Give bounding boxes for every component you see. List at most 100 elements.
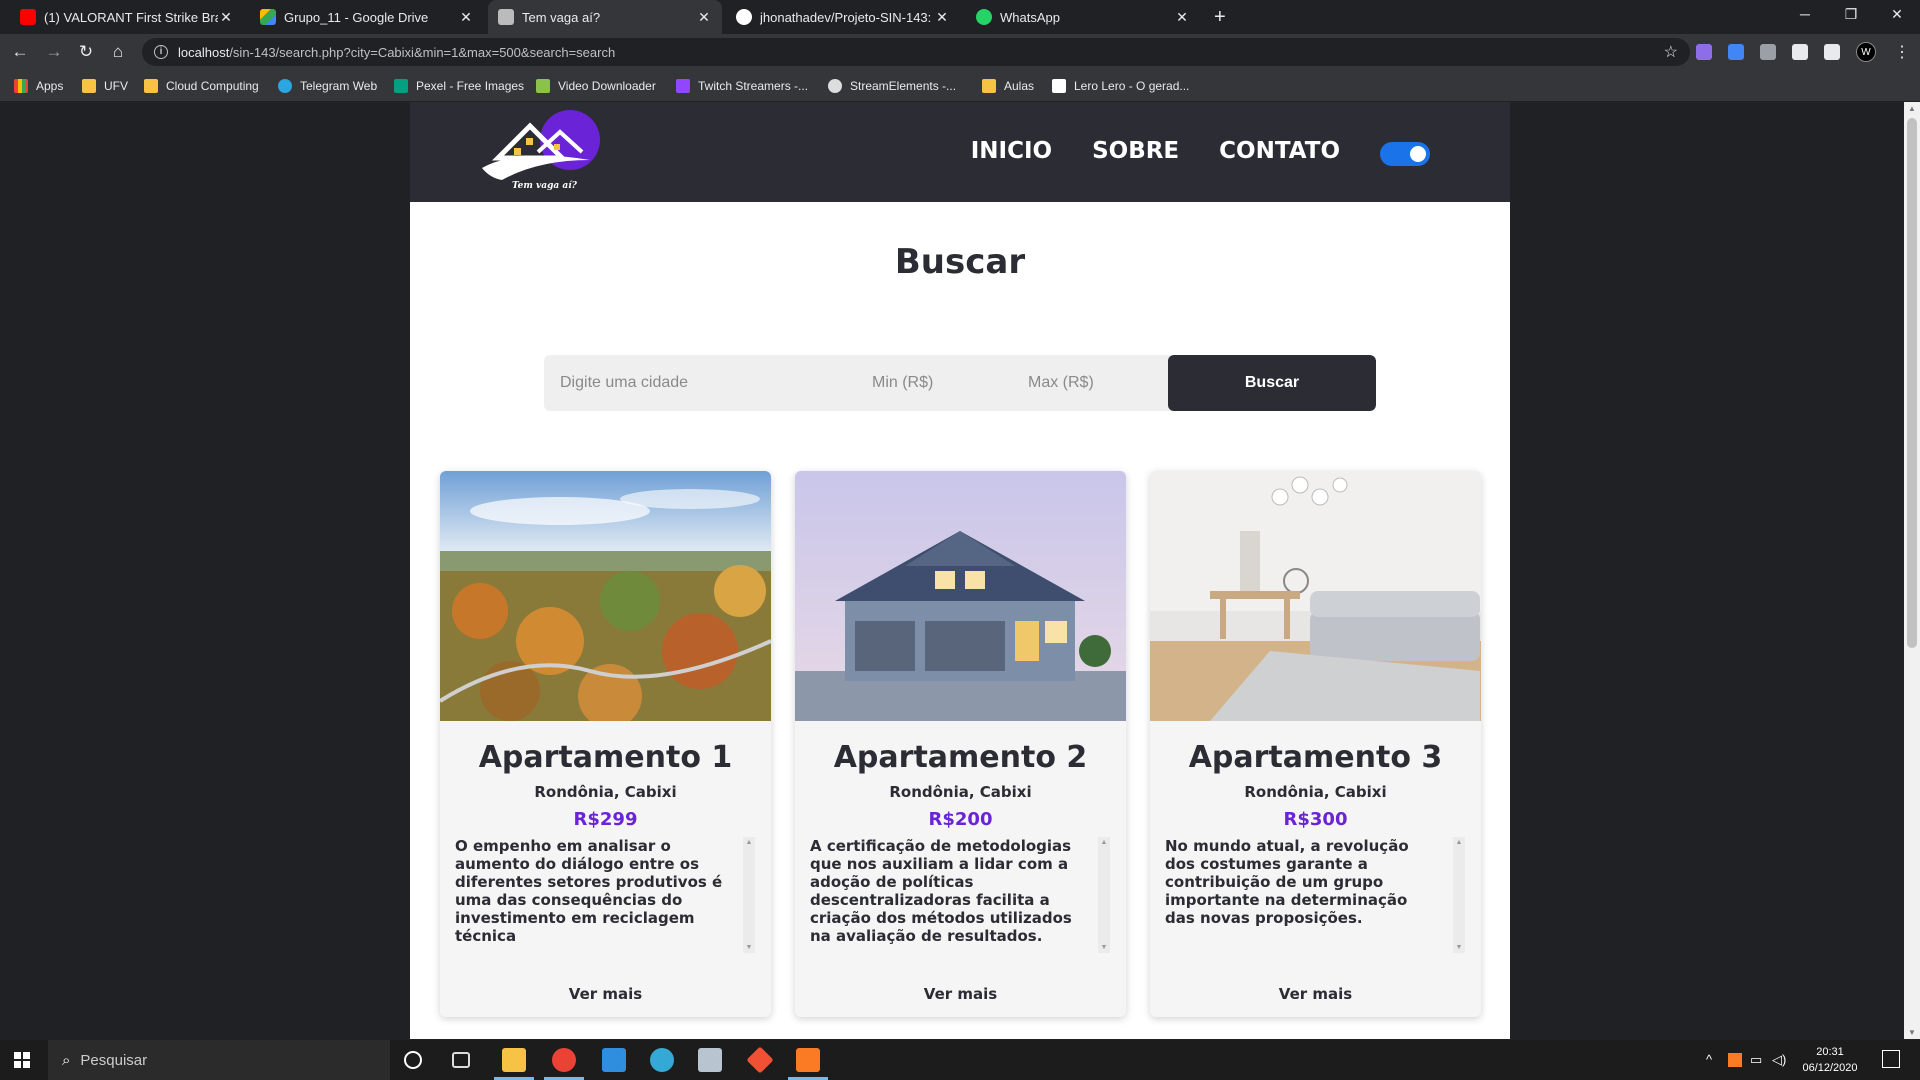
close-icon[interactable]: ✕: [458, 9, 474, 26]
bookmark-label: Aulas: [1004, 79, 1035, 93]
chrome-icon[interactable]: [552, 1048, 576, 1072]
nav-contato[interactable]: CONTATO: [1219, 138, 1340, 164]
bookmark-aulas[interactable]: Aulas: [982, 76, 1034, 96]
scroll-down-icon[interactable]: ▼: [1904, 1028, 1920, 1037]
city-input[interactable]: [560, 355, 860, 411]
restore-button[interactable]: ❐: [1836, 6, 1866, 23]
media-queue-icon[interactable]: [1824, 44, 1840, 60]
listing-location: Rondônia, Cabixi: [534, 783, 677, 801]
listing-title[interactable]: Apartamento 1: [440, 740, 771, 775]
bookmark-ufv[interactable]: UFV: [82, 76, 128, 96]
description-scrollbar[interactable]: ▲ ▼: [1453, 837, 1465, 953]
windows-start-icon[interactable]: [14, 1052, 30, 1068]
see-more-link[interactable]: Ver mais: [1150, 985, 1481, 1003]
pen-extension-icon[interactable]: [1696, 44, 1712, 60]
bookmark-pexel[interactable]: Pexel - Free Images: [394, 76, 524, 96]
scrollbar-thumb[interactable]: [1907, 118, 1917, 648]
close-icon[interactable]: ✕: [1174, 9, 1190, 26]
puzzle-extensions-icon[interactable]: [1792, 44, 1808, 60]
logo[interactable]: Tem vaga aí?: [478, 108, 608, 192]
chevron-up-icon[interactable]: ^: [1706, 1052, 1712, 1067]
bookmark-lero-lero[interactable]: Lero Lero - O gerad...: [1052, 76, 1189, 96]
nav-sobre[interactable]: SOBRE: [1092, 138, 1179, 164]
max-price-input[interactable]: [1028, 355, 1168, 411]
theme-toggle[interactable]: [1380, 142, 1430, 166]
system-clock[interactable]: 20:31 06/12/2020: [1790, 1044, 1870, 1076]
task-view-icon[interactable]: [452, 1052, 470, 1068]
close-window-button[interactable]: ✕: [1882, 6, 1912, 23]
url-host: localhost: [178, 44, 230, 60]
tab-valorant[interactable]: (1) VALORANT First Strike Bra ✕: [10, 0, 244, 34]
logo-text: Tem vaga aí?: [512, 180, 578, 191]
listing-price: R$300: [1283, 809, 1348, 830]
bookmark-cloud-computing[interactable]: Cloud Computing: [144, 76, 259, 96]
taskbar-search[interactable]: ⌕ Pesquisar: [48, 1040, 390, 1080]
nav-inicio[interactable]: INICIO: [971, 138, 1052, 164]
menu-icon[interactable]: ⋮: [1894, 42, 1910, 62]
forward-icon[interactable]: →: [44, 42, 64, 62]
cortana-icon[interactable]: [404, 1051, 422, 1069]
main-nav: INICIO SOBRE CONTATO: [971, 138, 1340, 164]
folder-icon: [144, 79, 158, 93]
app-icon[interactable]: [698, 1048, 722, 1072]
listing-location: Rondônia, Cabixi: [889, 783, 1032, 801]
description-scrollbar[interactable]: ▲ ▼: [743, 837, 755, 953]
page-viewport: Tem vaga aí? INICIO SOBRE CONTATO Buscar…: [0, 102, 1920, 1039]
listing-image-autumn-town[interactable]: [440, 471, 771, 728]
listing-image-house[interactable]: [795, 471, 1126, 721]
tab-github[interactable]: jhonathadev/Projeto-SIN-143: Pr ✕: [726, 0, 960, 34]
bookmarks-bar: Apps UFV Cloud Computing Telegram Web Pe…: [0, 70, 1920, 102]
close-icon[interactable]: ✕: [934, 9, 950, 26]
reload-icon[interactable]: ↻: [76, 42, 96, 62]
network-icon[interactable]: ▭: [1750, 1052, 1762, 1068]
bookmark-video-downloader[interactable]: Video Downloader: [536, 76, 656, 96]
xampp-icon[interactable]: [796, 1048, 820, 1072]
url-text: localhost/sin-143/search.php?city=Cabixi…: [178, 45, 615, 60]
windows-taskbar: ⌕ Pesquisar ^ ▭ ◁) 20:31 06/12/2020: [0, 1040, 1920, 1080]
listing-title[interactable]: Apartamento 2: [795, 740, 1126, 775]
info-icon[interactable]: i: [154, 45, 168, 59]
close-icon[interactable]: ✕: [218, 9, 234, 26]
bookmark-label: Pexel - Free Images: [416, 79, 525, 93]
bookmark-telegram[interactable]: Telegram Web: [278, 76, 377, 96]
bookmark-star-icon[interactable]: ☆: [1664, 42, 1678, 62]
minimize-button[interactable]: ─: [1790, 6, 1820, 22]
search-button[interactable]: Buscar: [1168, 355, 1376, 411]
profile-avatar[interactable]: W: [1856, 42, 1876, 62]
tab-tem-vaga-ai[interactable]: Tem vaga aí? ✕: [488, 0, 722, 34]
listing-title[interactable]: Apartamento 3: [1150, 740, 1481, 775]
page-title: Buscar: [894, 242, 1026, 282]
scroll-up-icon[interactable]: ▲: [1904, 104, 1920, 113]
clock-time: 20:31: [1816, 1046, 1844, 1058]
volume-icon[interactable]: ◁): [1772, 1052, 1786, 1068]
camera-extension-icon[interactable]: [1760, 44, 1776, 60]
tab-title: WhatsApp: [1000, 9, 1060, 25]
edge-icon[interactable]: [650, 1048, 674, 1072]
address-bar[interactable]: i localhost/sin-143/search.php?city=Cabi…: [142, 38, 1690, 66]
page-scrollbar[interactable]: ▲ ▼: [1904, 102, 1920, 1039]
tab-title: Tem vaga aí?: [522, 9, 601, 25]
file-explorer-icon[interactable]: [502, 1048, 526, 1072]
xampp-tray-icon[interactable]: [1728, 1053, 1742, 1067]
site-container: Tem vaga aí? INICIO SOBRE CONTATO Buscar…: [410, 102, 1510, 1039]
see-more-link[interactable]: Ver mais: [795, 985, 1126, 1003]
min-price-input[interactable]: [872, 355, 1012, 411]
description-scrollbar[interactable]: ▲ ▼: [1098, 837, 1110, 953]
tab-drive[interactable]: Grupo_11 - Google Drive ✕: [250, 0, 484, 34]
bookmark-label: UFV: [104, 79, 128, 93]
bookmark-apps[interactable]: Apps: [14, 76, 63, 96]
see-more-link[interactable]: Ver mais: [440, 985, 771, 1003]
close-icon[interactable]: ✕: [696, 9, 712, 26]
bookmark-streamelements[interactable]: StreamElements -...: [828, 76, 956, 96]
listing-image-living-room[interactable]: [1150, 471, 1481, 721]
vscode-icon[interactable]: [602, 1048, 626, 1072]
notification-icon[interactable]: [1882, 1050, 1900, 1068]
new-tab-button[interactable]: +: [1214, 6, 1226, 29]
bookmark-twitch[interactable]: Twitch Streamers -...: [676, 76, 808, 96]
git-icon[interactable]: [746, 1046, 774, 1074]
home-icon[interactable]: ⌂: [108, 42, 128, 62]
tab-whatsapp[interactable]: WhatsApp ✕: [966, 0, 1200, 34]
translate-extension-icon[interactable]: [1728, 44, 1744, 60]
bookmark-label: StreamElements -...: [850, 79, 957, 93]
back-icon[interactable]: ←: [10, 42, 30, 62]
